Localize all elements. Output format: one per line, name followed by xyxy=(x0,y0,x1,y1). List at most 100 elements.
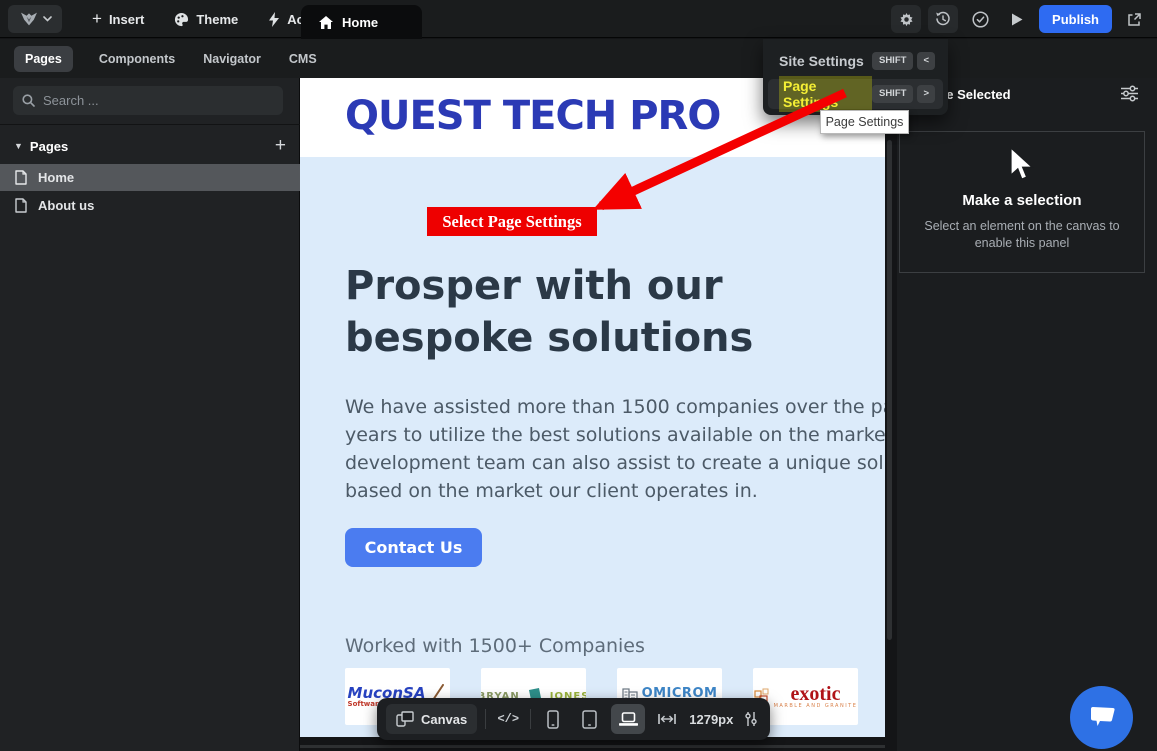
canvas-width-value[interactable]: 1279px xyxy=(689,712,733,727)
cursor-arrow-icon xyxy=(1009,148,1035,182)
tab-pages[interactable]: Pages xyxy=(14,46,73,72)
contact-us-button[interactable]: Contact Us xyxy=(345,528,482,567)
canvas-vertical-scrollbar[interactable] xyxy=(887,140,892,640)
fox-logo-icon xyxy=(19,11,39,27)
hero-heading[interactable]: Prosper with our bespoke solutions xyxy=(345,260,753,364)
gear-icon xyxy=(899,12,914,27)
paragraph-line: based on the market our client operates … xyxy=(345,480,758,502)
play-icon xyxy=(1010,12,1024,27)
sidebar-item-about-us[interactable]: About us xyxy=(0,192,300,219)
settings-dropdown-menu: Site Settings SHIFT < Page Settings SHIF… xyxy=(763,39,948,115)
page-item-label: Home xyxy=(38,170,75,185)
hero-heading-line2: bespoke solutions xyxy=(345,315,754,361)
tablet-breakpoint-button[interactable] xyxy=(575,704,603,734)
menu-item-label-highlighted: Page Settings xyxy=(779,76,872,112)
insert-label: Insert xyxy=(108,11,145,27)
app-window: + Insert Theme Actions Code xyxy=(0,0,1157,751)
pages-section-header: ▼ Pages + xyxy=(14,133,286,159)
tablet-icon xyxy=(582,709,597,729)
empty-state-body: Select an element on the canvas to enabl… xyxy=(924,218,1119,252)
toolbar-divider xyxy=(485,709,487,729)
page-doc-icon xyxy=(15,170,27,185)
settings-gear-button[interactable] xyxy=(891,5,922,33)
chat-bubble-icon xyxy=(1087,705,1117,731)
tab-cms[interactable]: CMS xyxy=(287,46,319,72)
canvas-width-button[interactable] xyxy=(653,704,681,734)
annotation-select-page-settings: Select Page Settings xyxy=(427,207,597,236)
insert-menu-item[interactable]: + Insert xyxy=(92,9,144,29)
check-circle-icon xyxy=(971,10,989,28)
filter-sliders-icon[interactable] xyxy=(1120,85,1139,102)
search-input[interactable] xyxy=(43,93,263,108)
publish-button[interactable]: Publish xyxy=(1039,5,1112,33)
open-site-button[interactable] xyxy=(1119,5,1149,33)
logo-subtext: MARBLE AND GRANITE xyxy=(773,703,858,709)
logo-name: exotic xyxy=(790,683,841,705)
empty-selection-box: Make a selection Select an element on th… xyxy=(899,131,1145,273)
tab-components[interactable]: Components xyxy=(97,46,177,72)
app-logo-button[interactable] xyxy=(8,5,62,33)
devices-icon xyxy=(396,711,414,727)
inspector-panel: Styles Options Animations None Selected … xyxy=(897,39,1157,751)
chevron-down-icon xyxy=(42,16,52,22)
history-button[interactable] xyxy=(928,5,959,33)
phone-icon xyxy=(547,709,559,729)
desktop-breakpoint-button[interactable] xyxy=(611,704,646,734)
theme-menu-item[interactable]: Theme xyxy=(174,12,238,27)
code-view-button[interactable]: </> xyxy=(494,704,522,734)
sidebar-search[interactable] xyxy=(13,86,283,115)
laptop-icon xyxy=(618,711,638,727)
preview-button[interactable] xyxy=(1002,5,1032,33)
right-angle-keycap: > xyxy=(917,85,935,103)
page-doc-icon xyxy=(15,198,27,213)
page-settings-tooltip: Page Settings xyxy=(820,110,909,134)
mobile-breakpoint-button[interactable] xyxy=(539,704,567,734)
chat-widget-button[interactable] xyxy=(1070,686,1133,749)
width-arrows-icon xyxy=(658,713,677,725)
height-slider-icon xyxy=(745,711,758,727)
open-page-tab-home[interactable]: Home xyxy=(301,5,422,39)
sidebar-divider xyxy=(0,124,300,125)
menu-item-site-settings[interactable]: Site Settings SHIFT < xyxy=(768,46,943,76)
lightning-icon xyxy=(268,11,280,27)
external-link-icon xyxy=(1127,12,1142,27)
canvas-horizontal-scrollbar[interactable] xyxy=(300,745,885,748)
menu-item-label: Site Settings xyxy=(779,53,864,69)
home-icon xyxy=(319,15,333,29)
canvas-mode-button[interactable]: Canvas xyxy=(386,704,478,734)
hero-paragraph[interactable]: We have assisted more than 1500 companie… xyxy=(345,393,885,505)
top-toolbar: + Insert Theme Actions Code xyxy=(0,0,1157,38)
hero-heading-line1: Prosper with our xyxy=(345,263,723,309)
panel-tab-strip: Pages Components Navigator CMS xyxy=(0,39,1157,78)
paragraph-line: We have assisted more than 1500 companie… xyxy=(345,396,885,418)
paragraph-line: years to utilize the best solutions avai… xyxy=(345,424,885,446)
canvas-toolbar: Canvas </> 1279px xyxy=(377,698,771,740)
palette-icon xyxy=(174,12,189,27)
left-angle-keycap: < xyxy=(917,52,935,70)
add-page-button[interactable]: + xyxy=(275,135,286,157)
page-tab-label: Home xyxy=(342,14,379,30)
history-icon xyxy=(935,11,951,27)
design-canvas[interactable]: QUEST TECH PRO Prosper with our bespoke … xyxy=(300,78,885,737)
menu-item-page-settings[interactable]: Page Settings SHIFT > xyxy=(768,76,943,112)
pages-sidebar: ▼ Pages + Home About us xyxy=(0,78,300,751)
top-right-actions: Publish xyxy=(891,5,1149,33)
page-item-label: About us xyxy=(38,198,95,213)
validate-button[interactable] xyxy=(965,5,995,33)
sidebar-item-home[interactable]: Home xyxy=(0,164,300,191)
left-panel-tabs: Pages Components Navigator CMS xyxy=(14,45,319,73)
canvas-mode-label: Canvas xyxy=(421,711,468,727)
collapse-triangle-icon[interactable]: ▼ xyxy=(14,141,23,151)
shift-keycap: SHIFT xyxy=(871,85,914,103)
tab-navigator[interactable]: Navigator xyxy=(201,46,263,72)
theme-label: Theme xyxy=(196,11,239,27)
site-brand-text[interactable]: QUEST TECH PRO xyxy=(345,93,721,139)
clients-caption[interactable]: Worked with 1500+ Companies xyxy=(345,635,645,657)
empty-state-title: Make a selection xyxy=(962,192,1082,209)
shift-keycap: SHIFT xyxy=(871,52,914,70)
empty-state-line: Select an element on the canvas to xyxy=(924,219,1120,233)
code-brackets-icon: </> xyxy=(497,712,520,726)
canvas-height-button[interactable] xyxy=(741,704,761,734)
pages-section-title: Pages xyxy=(29,138,69,154)
search-icon xyxy=(22,94,35,107)
